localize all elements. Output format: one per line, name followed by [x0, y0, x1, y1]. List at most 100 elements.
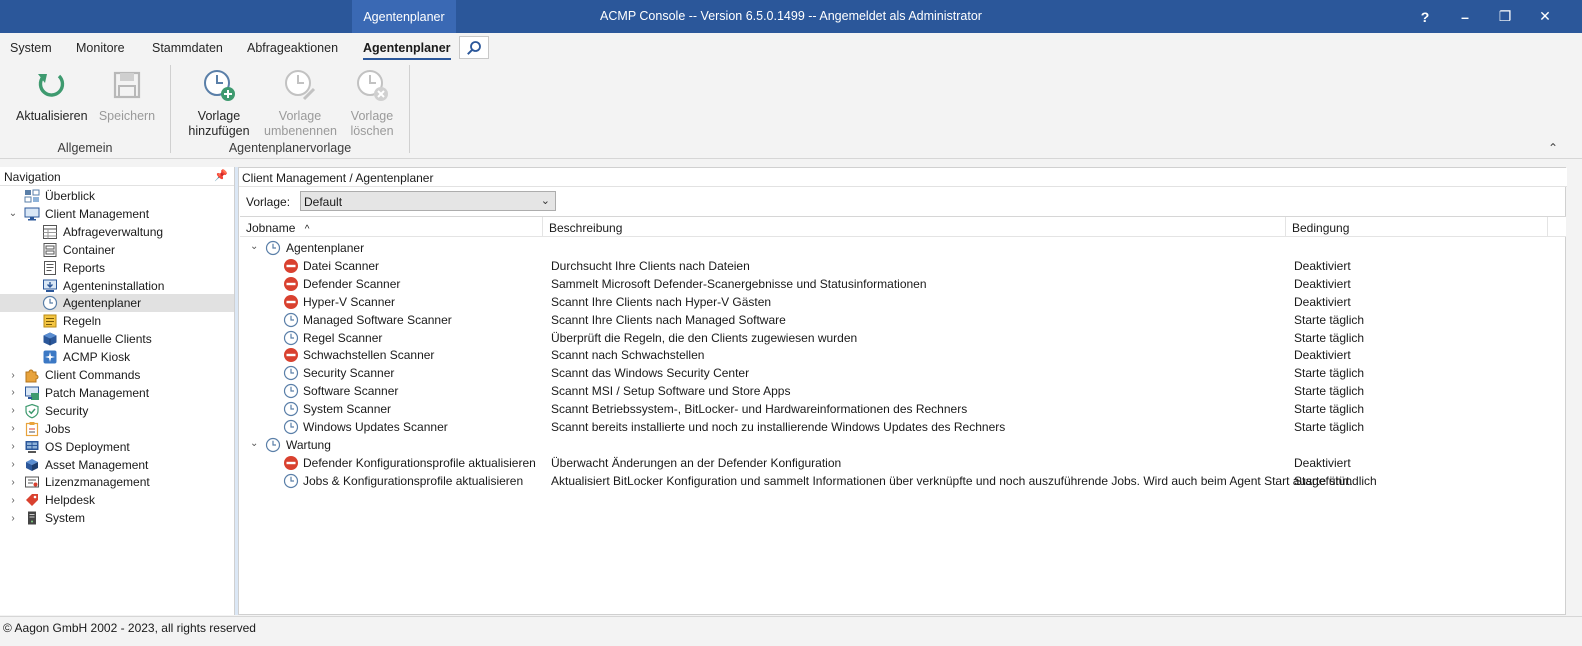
- restore-button[interactable]: ❐: [1485, 0, 1525, 33]
- job-row[interactable]: Schwachstellen Scanner Scannt nach Schwac…: [240, 346, 1566, 364]
- job-condition: Starte täglich: [1294, 366, 1365, 381]
- disabled-icon: [283, 276, 299, 292]
- job-condition: Deaktiviert: [1294, 348, 1351, 363]
- nav-item-os-deployment[interactable]: › OS Deployment: [0, 438, 234, 456]
- job-row[interactable]: Regel Scanner Überprüft die Regeln, die d…: [240, 329, 1566, 347]
- job-row[interactable]: Software Scanner Scannt MSI / Setup Softw…: [240, 382, 1566, 400]
- nav-item-label: Agenteninstallation: [63, 278, 165, 293]
- puzzle-icon: [24, 367, 40, 383]
- nav-item-manuelle-clients[interactable]: Manuelle Clients: [0, 330, 234, 348]
- overview-icon: [24, 188, 40, 204]
- clock-add-icon: [204, 70, 235, 101]
- clock-icon: [283, 473, 299, 489]
- nav-item-label: Lizenzmanagement: [45, 475, 150, 490]
- column-header-beschreibung[interactable]: Beschreibung: [543, 217, 1286, 237]
- ribbon-collapse-button[interactable]: ⌃: [1548, 141, 1558, 155]
- nav-item-jobs[interactable]: › Jobs: [0, 420, 234, 438]
- disabled-icon: [283, 347, 299, 363]
- job-row[interactable]: Defender Konfigurationsprofile aktualisi…: [240, 454, 1566, 472]
- column-header-jobname[interactable]: Jobname ^: [240, 217, 543, 237]
- tab-monitore[interactable]: Monitore: [76, 41, 125, 55]
- grid-header: Jobname ^ Beschreibung Bedingung: [240, 217, 1566, 237]
- nav-item-agentenplaner[interactable]: Agentenplaner: [0, 294, 234, 313]
- delete-template-label-1: Vorlage: [350, 109, 394, 123]
- nav-item-regeln[interactable]: Regeln: [0, 312, 234, 330]
- nav-item-system[interactable]: › System: [0, 509, 234, 527]
- nav-item-überblick[interactable]: Überblick: [0, 187, 234, 205]
- job-description: Scannt das Windows Security Center: [551, 366, 750, 381]
- save-icon: [113, 71, 141, 99]
- ribbon-tab-bar: System Monitore Stammdaten Abfrageaktion…: [0, 33, 1582, 61]
- nav-item-label: Asset Management: [45, 457, 149, 472]
- pin-icon[interactable]: 📌: [214, 169, 228, 182]
- nav-item-container[interactable]: Container: [0, 241, 234, 259]
- nav-item-client-commands[interactable]: › Client Commands: [0, 366, 234, 384]
- expand-arrow-icon[interactable]: ›: [8, 387, 18, 398]
- nav-item-label: Überblick: [45, 189, 96, 203]
- group-label-allgemein: Allgemein: [57, 141, 113, 155]
- close-button[interactable]: ✕: [1525, 0, 1565, 33]
- clock-icon: [265, 437, 281, 453]
- ribbon-search-button[interactable]: [459, 36, 489, 59]
- job-row[interactable]: Jobs & Konfigurationsprofile aktualisier…: [240, 472, 1566, 490]
- nav-item-agenteninstallation[interactable]: Agenteninstallation: [0, 277, 234, 295]
- nav-item-label: Client Commands: [45, 368, 141, 382]
- job-name: Defender Scanner: [303, 276, 401, 291]
- nav-item-patch-management[interactable]: › Patch Management: [0, 384, 234, 402]
- job-row[interactable]: Hyper-V Scanner Scannt Ihre Clients nach …: [240, 293, 1566, 311]
- group-row[interactable]: ⌄ Wartung: [240, 436, 1566, 454]
- expand-arrow-icon[interactable]: ›: [8, 423, 18, 434]
- collapse-arrow-icon[interactable]: ⌄: [250, 438, 258, 449]
- column-header-bedingung[interactable]: Bedingung: [1286, 217, 1548, 237]
- job-row[interactable]: Defender Scanner Sammelt Microsoft Defend…: [240, 275, 1566, 293]
- nav-item-reports[interactable]: Reports: [0, 259, 234, 277]
- nav-item-client-management[interactable]: ⌄ Client Management: [0, 205, 234, 223]
- context-tab-agentenplaner[interactable]: Agentenplaner: [352, 0, 456, 33]
- expand-arrow-icon[interactable]: ›: [8, 370, 18, 381]
- nav-item-helpdesk[interactable]: › Helpdesk: [0, 491, 234, 509]
- tab-system[interactable]: System: [10, 41, 52, 55]
- collapse-arrow-icon[interactable]: ⌄: [250, 241, 258, 252]
- vorlage-select[interactable]: Default ⌄: [300, 191, 556, 211]
- nav-item-asset-management[interactable]: › Asset Management: [0, 456, 234, 474]
- tab-abfrageaktionen[interactable]: Abfrageaktionen: [247, 41, 338, 55]
- add-template-button[interactable]: Vorlage hinzufügen: [184, 67, 254, 139]
- expand-arrow-icon[interactable]: ›: [8, 405, 18, 416]
- breadcrumb: Client Management / Agentenplaner: [239, 168, 1567, 187]
- column-jobname-label: Jobname: [246, 221, 296, 235]
- job-row[interactable]: Managed Software Scanner Scannt Ihre Clie…: [240, 311, 1566, 329]
- clock-icon: [265, 240, 281, 256]
- help-button[interactable]: ?: [1405, 0, 1445, 33]
- nav-item-security[interactable]: › Security: [0, 402, 234, 420]
- job-row[interactable]: System Scanner Scannt Betriebssystem-, Bi…: [240, 400, 1566, 418]
- minimize-button[interactable]: –: [1445, 0, 1485, 33]
- delete-template-button[interactable]: Vorlage löschen: [344, 67, 400, 139]
- expand-arrow-icon[interactable]: ›: [8, 441, 18, 452]
- job-condition: Starte täglich: [1294, 420, 1365, 434]
- expand-arrow-icon[interactable]: ›: [8, 495, 18, 506]
- job-name: Defender Konfigurationsprofile aktualisi…: [303, 455, 536, 470]
- job-condition: Starte täglich: [1294, 312, 1365, 327]
- rename-template-button[interactable]: Vorlage umbenennen: [264, 67, 337, 139]
- job-row[interactable]: Security Scanner Scannt das Windows Secur…: [240, 364, 1566, 382]
- agent-install-icon: [42, 278, 58, 294]
- expand-arrow-icon[interactable]: ›: [8, 477, 18, 488]
- job-row[interactable]: Datei Scanner Durchsucht Ihre Clients nac…: [240, 257, 1566, 275]
- nav-item-acmp-kiosk[interactable]: ACMP Kiosk: [0, 348, 234, 366]
- job-row[interactable]: Windows Updates Scanner Scannt bereits in…: [240, 418, 1566, 436]
- tab-stammdaten[interactable]: Stammdaten: [152, 41, 223, 55]
- save-button[interactable]: Speichern: [96, 67, 158, 124]
- job-name: Datei Scanner: [303, 258, 380, 273]
- collapse-arrow-icon[interactable]: ⌄: [8, 208, 18, 219]
- expand-arrow-icon[interactable]: ›: [8, 459, 18, 470]
- tab-agentenplaner[interactable]: Agentenplaner: [363, 41, 451, 60]
- refresh-button[interactable]: Aktualisieren: [16, 67, 88, 124]
- job-description: Scannt MSI / Setup Software und Store Ap…: [551, 384, 791, 399]
- expand-arrow-icon[interactable]: ›: [8, 513, 18, 524]
- group-row[interactable]: ⌄ Agentenplaner: [240, 239, 1566, 257]
- nav-item-lizenzmanagement[interactable]: › Lizenzmanagement: [0, 473, 234, 491]
- job-description: Sammelt Microsoft Defender-Scanergebniss…: [551, 276, 927, 291]
- job-description: Scannt Ihre Clients nach Hyper-V Gästen: [551, 294, 772, 309]
- nav-item-abfrageverwaltung[interactable]: Abfrageverwaltung: [0, 223, 234, 241]
- nav-item-label: Patch Management: [45, 385, 150, 400]
